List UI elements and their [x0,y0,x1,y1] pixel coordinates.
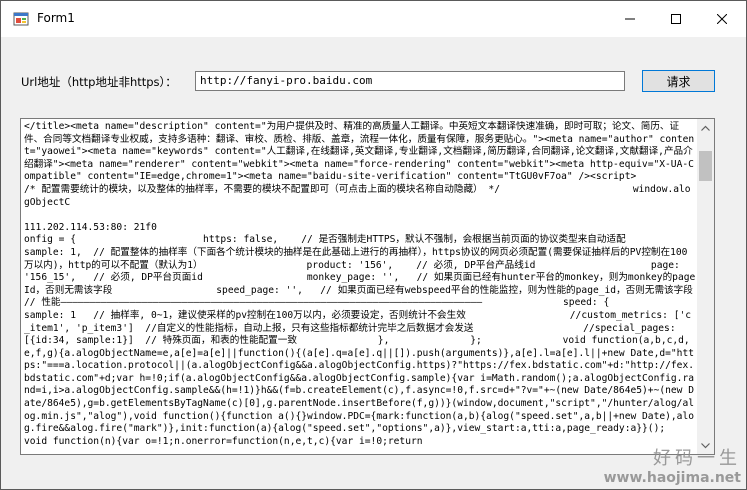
url-input[interactable]: http://fanyi-pro.baidu.com [195,71,625,91]
scroll-up-button[interactable] [697,119,714,136]
request-button[interactable]: 请求 [642,70,715,92]
site-watermark: 好码一生 www.haojima.net [604,448,741,486]
title-bar[interactable]: Form1 [1,1,746,37]
watermark-url: www.haojima.net [603,470,741,486]
window-title: Form1 [37,11,75,25]
app-window: Form1 Url地址（http地址非https）： http://fanyi-… [0,0,747,490]
vertical-scrollbar[interactable] [697,119,714,454]
scroll-up-arrow-icon [701,125,710,131]
response-text: </title><meta name="description" content… [24,121,696,447]
close-button[interactable] [699,1,745,37]
winforms-app-icon [13,12,29,26]
minimize-button[interactable] [607,1,653,37]
watermark-text: 好码一生 [653,448,741,469]
response-textbox[interactable]: </title><meta name="description" content… [20,118,715,455]
scroll-thumb[interactable] [699,151,712,181]
minimize-icon [625,18,635,20]
maximize-icon [671,14,681,24]
maximize-button[interactable] [653,1,699,37]
url-label: Url地址（http地址非https）： [21,75,177,89]
close-icon [717,14,727,24]
